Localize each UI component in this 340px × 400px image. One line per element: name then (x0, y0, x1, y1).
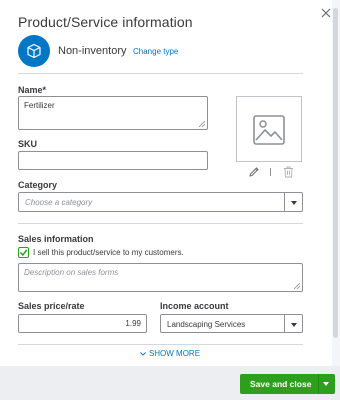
product-image-box[interactable] (236, 96, 302, 162)
income-account-label: Income account (160, 301, 229, 311)
save-and-close-button[interactable]: Save and close (240, 374, 335, 394)
sales-description-field[interactable]: Description on sales forms (18, 263, 303, 292)
trash-icon[interactable] (283, 166, 294, 178)
show-more-label: SHOW MORE (148, 349, 201, 358)
save-button-divider (318, 374, 319, 394)
category-placeholder: Choose a category (25, 198, 93, 207)
price-label: Sales price/rate (18, 301, 85, 311)
divider (18, 223, 303, 224)
divider (18, 344, 303, 345)
chevron-down-icon[interactable] (284, 315, 302, 332)
name-field[interactable]: Fertilizer (18, 96, 208, 130)
sell-checkbox[interactable] (18, 247, 29, 258)
cube-icon (18, 35, 50, 67)
resize-grip-icon[interactable] (199, 121, 205, 127)
scrollbar-thumb[interactable] (333, 8, 338, 338)
caret-down-icon[interactable] (323, 382, 329, 386)
resize-grip-icon[interactable] (294, 283, 300, 289)
pencil-icon[interactable] (248, 166, 260, 178)
income-account-value: Landscaping Services (167, 320, 246, 329)
income-account-select[interactable]: Landscaping Services (160, 314, 303, 333)
item-type-name: Non-inventory (58, 45, 127, 57)
price-field[interactable]: 1.99 (18, 314, 147, 333)
image-placeholder-icon (253, 115, 285, 145)
sales-description-placeholder: Description on sales forms (24, 268, 119, 277)
show-more-link[interactable]: SHOW MORE (0, 349, 340, 358)
product-service-panel: Product/Service information Non-inventor… (0, 0, 340, 400)
name-label: Name* (18, 85, 47, 95)
chevron-down-icon[interactable] (284, 193, 302, 211)
name-value: Fertilizer (24, 101, 55, 110)
change-type-link[interactable]: Change type (133, 47, 178, 56)
chevron-down-icon (139, 349, 146, 358)
category-label: Category (18, 180, 58, 190)
image-tools-divider (270, 168, 271, 176)
sell-checkbox-label: I sell this product/service to my custom… (33, 248, 184, 257)
category-select[interactable]: Choose a category (18, 192, 303, 212)
save-and-close-label: Save and close (250, 379, 312, 389)
price-value: 1.99 (125, 319, 141, 328)
panel-title: Product/Service information (18, 14, 193, 30)
sku-field[interactable] (18, 151, 208, 170)
sales-section-label: Sales information (18, 234, 94, 244)
divider (18, 73, 303, 74)
checkmark-icon (19, 249, 28, 257)
sku-label: SKU (18, 139, 38, 149)
